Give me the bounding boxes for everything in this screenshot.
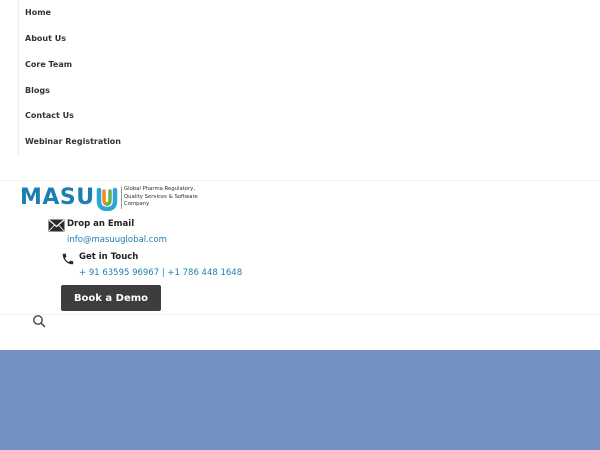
book-a-demo-button[interactable]: Book a Demo bbox=[61, 285, 161, 311]
envelope-icon bbox=[48, 219, 65, 232]
toolbar-divider bbox=[0, 314, 600, 315]
search-icon[interactable] bbox=[32, 314, 46, 328]
main-nav-menu: Home About Us Core Team Blogs Contact Us… bbox=[18, 0, 600, 155]
logo-tagline: Global Pharma Regulatory, Quality Servic… bbox=[124, 186, 209, 209]
nav-item-contact-us[interactable]: Contact Us bbox=[25, 111, 74, 121]
nav-item-about-us[interactable]: About Us bbox=[25, 34, 66, 44]
phone-numbers-link[interactable]: + 91 63595 96967 | +1 786 448 1648 bbox=[79, 268, 242, 279]
nav-item-webinar-registration[interactable]: Webinar Registration bbox=[25, 137, 121, 147]
nav-item-core-team[interactable]: Core Team bbox=[25, 60, 72, 70]
email-link[interactable]: info@masuuglobal.com bbox=[67, 235, 167, 246]
logo-u-mark-icon bbox=[96, 187, 118, 211]
nav-item-blogs[interactable]: Blogs bbox=[25, 86, 50, 96]
logo-tagline-line3: Company bbox=[124, 201, 150, 208]
logo-tagline-line1: Global Pharma Regulatory, bbox=[124, 186, 196, 192]
phone-icon bbox=[62, 253, 74, 265]
email-title: Drop an Email bbox=[67, 219, 135, 229]
nav-item-home[interactable]: Home bbox=[25, 8, 51, 18]
logo-separator bbox=[121, 187, 122, 209]
masuu-logo[interactable]: MASU Global Pharma Regulatory, Quality S… bbox=[20, 185, 205, 213]
hero-banner bbox=[0, 350, 600, 450]
header-divider bbox=[0, 180, 600, 181]
phone-title: Get in Touch bbox=[79, 252, 139, 262]
logo-tagline-line2: Quality Services & Software bbox=[124, 193, 198, 200]
logo-wordmark: MASU bbox=[20, 185, 95, 210]
